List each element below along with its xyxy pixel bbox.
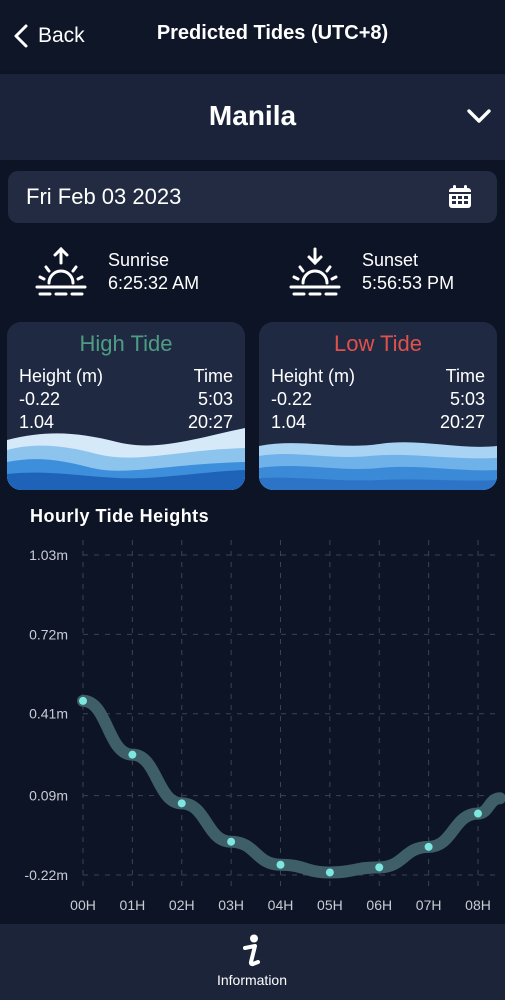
data-point bbox=[474, 809, 482, 818]
info-icon bbox=[243, 934, 260, 967]
table-row: -0.22 5:03 bbox=[19, 389, 233, 410]
y-tick-label: 0.72m bbox=[29, 626, 68, 642]
tide-series-line bbox=[77, 694, 505, 879]
data-point bbox=[424, 842, 433, 851]
x-tick-label: 03H bbox=[218, 897, 244, 913]
table-row: -0.22 5:03 bbox=[271, 389, 485, 410]
bottom-tab-bar: Information bbox=[0, 924, 505, 1000]
top-nav-bar: Back Predicted Tides (UTC+8) bbox=[0, 0, 505, 70]
height-header: Height (m) bbox=[271, 366, 356, 386]
data-point bbox=[276, 860, 285, 869]
y-tick-label: 1.03m bbox=[29, 547, 68, 563]
x-tick-label: 08H bbox=[465, 897, 491, 913]
low-tide-wave-graphic bbox=[259, 442, 497, 490]
sunrise-time: 6:25:32 AM bbox=[108, 273, 200, 293]
data-point bbox=[128, 750, 137, 759]
location-name: Manila bbox=[208, 100, 297, 131]
sunrise-label: Sunrise bbox=[108, 250, 170, 270]
sunset-block: Sunset 5:56:53 PM bbox=[288, 242, 454, 302]
high-tide-wave-graphic bbox=[7, 428, 245, 490]
time-value: 5:03 bbox=[449, 389, 485, 409]
time-value: 5:03 bbox=[197, 389, 233, 409]
data-point bbox=[177, 799, 186, 808]
y-tick-label: -0.22m bbox=[24, 867, 68, 883]
height-value: -0.22 bbox=[271, 389, 313, 409]
sunset-label: Sunset bbox=[362, 250, 419, 270]
page-title: Predicted Tides (UTC+8) bbox=[156, 22, 389, 44]
sunset-time: 5:56:53 PM bbox=[362, 273, 455, 293]
date-value: Fri Feb 03 2023 bbox=[26, 184, 182, 209]
time-header: Time bbox=[445, 366, 485, 386]
date-picker-field[interactable]: Fri Feb 03 2023 bbox=[8, 171, 497, 223]
time-header: Time bbox=[193, 366, 233, 386]
x-tick-label: 06H bbox=[366, 897, 392, 913]
data-point bbox=[227, 837, 236, 846]
x-tick-label: 04H bbox=[268, 897, 294, 913]
chart-title: Hourly Tide Heights bbox=[30, 506, 210, 526]
information-label: Information bbox=[216, 972, 288, 988]
height-header: Height (m) bbox=[19, 366, 104, 386]
high-tide-card: High Tide Height (m) Time -0.22 5:03 1.0… bbox=[7, 322, 245, 490]
sunset-icon bbox=[289, 247, 341, 296]
low-tide-header-row: Height (m) Time bbox=[271, 366, 485, 387]
data-point bbox=[325, 868, 334, 877]
chevron-down-icon[interactable] bbox=[465, 104, 493, 128]
sunrise-icon bbox=[35, 246, 87, 296]
y-tick-label: 0.41m bbox=[29, 706, 68, 722]
x-tick-label: 00H bbox=[70, 897, 96, 913]
height-value: -0.22 bbox=[19, 389, 61, 409]
data-point bbox=[375, 863, 384, 872]
y-tick-label: 0.09m bbox=[29, 788, 68, 804]
location-selector[interactable]: Manila bbox=[0, 74, 505, 160]
x-tick-label: 07H bbox=[416, 897, 442, 913]
x-tick-label: 05H bbox=[317, 897, 343, 913]
sunrise-block: Sunrise 6:25:32 AM bbox=[34, 242, 199, 302]
hourly-tide-chart: 1.03m 0.72m 0.41m 0.09m -0.22m 00H 01H 02H 03H 0… bbox=[24, 540, 505, 913]
high-tide-header-row: Height (m) Time bbox=[19, 366, 233, 387]
low-tide-title: Low Tide bbox=[333, 331, 423, 356]
calendar-icon[interactable] bbox=[447, 184, 473, 210]
x-tick-label: 02H bbox=[169, 897, 195, 913]
low-tide-card: Low Tide Height (m) Time -0.22 5:03 1.04… bbox=[259, 322, 497, 490]
x-tick-label: 01H bbox=[120, 897, 146, 913]
high-tide-title: High Tide bbox=[79, 331, 173, 356]
data-point bbox=[79, 696, 87, 705]
information-tab[interactable]: Information bbox=[202, 934, 302, 994]
